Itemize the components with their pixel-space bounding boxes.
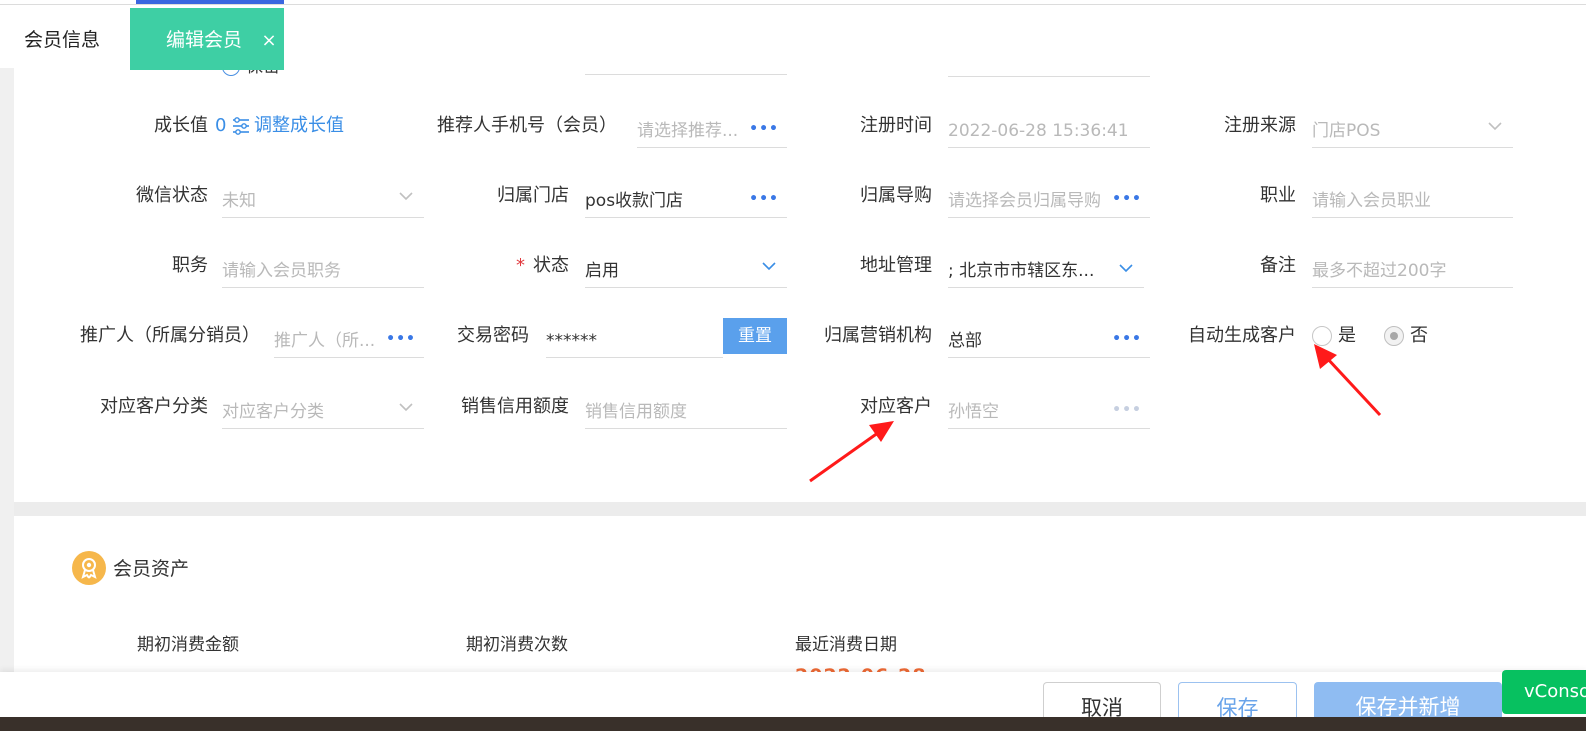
vconsole-button[interactable]: vConsole (1502, 670, 1586, 714)
top-divider (0, 4, 1586, 5)
wechat-status-value: 未知 (222, 191, 256, 211)
status-value: 启用 (585, 261, 619, 281)
growth-value[interactable]: 0 (215, 114, 226, 138)
status-select[interactable]: 启用 (585, 252, 787, 288)
wechat-status-label: 微信状态 (136, 185, 208, 206)
position-placeholder: 请输入会员职务 (222, 261, 341, 281)
register-time-field: 2022-06-28 15:36:41 (948, 112, 1150, 148)
remark-label: 备注 (1260, 255, 1296, 276)
remark-input[interactable]: 最多不超过200字 (1312, 252, 1513, 288)
status-label: * 状态 (516, 254, 569, 278)
more-dots-icon[interactable]: ••• (749, 122, 779, 136)
auto-customer-yes-radio[interactable] (1312, 326, 1332, 346)
more-dots-icon: ••• (1112, 402, 1142, 418)
register-source-label: 注册来源 (1224, 115, 1296, 136)
marketing-org-field[interactable]: 总部 ••• (948, 322, 1150, 358)
auto-customer-no-label[interactable]: 否 (1410, 324, 1428, 348)
position-input[interactable]: 请输入会员职务 (222, 252, 424, 288)
credit-limit-label: 销售信用额度 (461, 396, 569, 417)
credit-limit-input[interactable]: 销售信用额度 (585, 393, 787, 429)
auto-customer-label: 自动生成客户 (1188, 325, 1296, 346)
chevron-down-icon (762, 262, 776, 271)
adjust-growth-link[interactable]: 调整成长值 (254, 114, 344, 138)
taskbar-strip (0, 717, 1586, 731)
growth-label: 成长值 (154, 115, 208, 136)
more-dots-icon[interactable]: ••• (1112, 192, 1142, 206)
assets-section-title: 会员资产 (113, 558, 190, 580)
customer-category-placeholder: 对应客户分类 (222, 402, 324, 422)
active-tab-indicator (136, 0, 284, 4)
field-underline-partial (585, 74, 787, 75)
position-label: 职务 (172, 255, 208, 276)
red-arrow-annotation (809, 344, 1382, 483)
promoter-label: 推广人（所属分销员） (80, 325, 260, 346)
more-dots-icon[interactable]: ••• (1112, 332, 1142, 346)
marketing-org-label: 归属营销机构 (824, 325, 932, 346)
required-mark: * (516, 255, 525, 276)
close-icon[interactable]: × (256, 8, 282, 70)
customer-label: 对应客户 (860, 396, 932, 417)
auto-customer-yes-label[interactable]: 是 (1338, 324, 1356, 348)
marketing-org-value: 总部 (948, 331, 982, 351)
customer-value: 孙悟空 (948, 402, 999, 422)
address-value: ; 北京市市辖区东... (948, 261, 1095, 281)
left-gutter (0, 68, 14, 731)
tab-member-info[interactable]: 会员信息 (0, 8, 130, 68)
guide-placeholder: 请选择会员归属导购 (948, 191, 1101, 211)
referrer-phone-field[interactable]: 请选择推荐... ••• (637, 112, 787, 148)
remark-placeholder: 最多不超过200字 (1312, 261, 1447, 281)
chevron-down-icon (1488, 122, 1502, 131)
guide-label: 归属导购 (860, 185, 932, 206)
initial-amount-label: 期初消费金额 (137, 635, 239, 655)
wechat-status-select[interactable]: 未知 (222, 182, 424, 218)
status-label-text: 状态 (533, 255, 569, 276)
initial-count-label: 期初消费次数 (466, 635, 568, 655)
customer-category-select[interactable]: 对应客户分类 (222, 393, 424, 429)
occupation-label: 职业 (1260, 185, 1296, 206)
more-dots-icon[interactable]: ••• (386, 332, 416, 346)
last-date-label: 最近消费日期 (795, 635, 897, 655)
auto-customer-no-radio[interactable] (1384, 326, 1404, 346)
home-store-field[interactable]: pos收款门店 ••• (585, 182, 787, 218)
sliders-icon[interactable] (232, 117, 250, 135)
register-source-select[interactable]: 门店POS (1312, 112, 1513, 148)
trade-password-value: ****** (546, 331, 597, 351)
promoter-placeholder: 推广人（所... (274, 331, 376, 351)
register-time-value: 2022-06-28 15:36:41 (948, 121, 1129, 141)
home-store-value: pos收款门店 (585, 191, 684, 211)
chevron-down-icon (1119, 264, 1133, 273)
address-label: 地址管理 (860, 255, 932, 276)
register-source-value: 门店POS (1312, 121, 1381, 141)
referrer-phone-placeholder: 请选择推荐... (637, 121, 739, 141)
register-time-label: 注册时间 (860, 115, 932, 136)
chevron-down-icon (399, 403, 413, 412)
guide-field[interactable]: 请选择会员归属导购 ••• (948, 182, 1150, 218)
section-divider (14, 502, 1586, 516)
promoter-field[interactable]: 推广人（所... ••• (274, 322, 424, 358)
occupation-placeholder: 请输入会员职业 (1312, 191, 1431, 211)
field-underline-partial (948, 76, 1150, 77)
occupation-input[interactable]: 请输入会员职业 (1312, 182, 1513, 218)
customer-category-label: 对应客户分类 (100, 396, 208, 417)
reset-password-button[interactable]: 重置 (723, 318, 787, 354)
address-select[interactable]: ; 北京市市辖区东... (948, 252, 1144, 288)
customer-field: 孙悟空 ••• (948, 393, 1150, 429)
chevron-down-icon (399, 192, 413, 201)
more-dots-icon[interactable]: ••• (749, 192, 779, 206)
medal-icon (72, 551, 106, 585)
trade-password-field: ****** (546, 322, 723, 358)
trade-password-label: 交易密码 (457, 325, 529, 346)
referrer-phone-label: 推荐人手机号（会员） (437, 115, 617, 136)
home-store-label: 归属门店 (497, 185, 569, 206)
credit-limit-placeholder: 销售信用额度 (585, 402, 687, 422)
